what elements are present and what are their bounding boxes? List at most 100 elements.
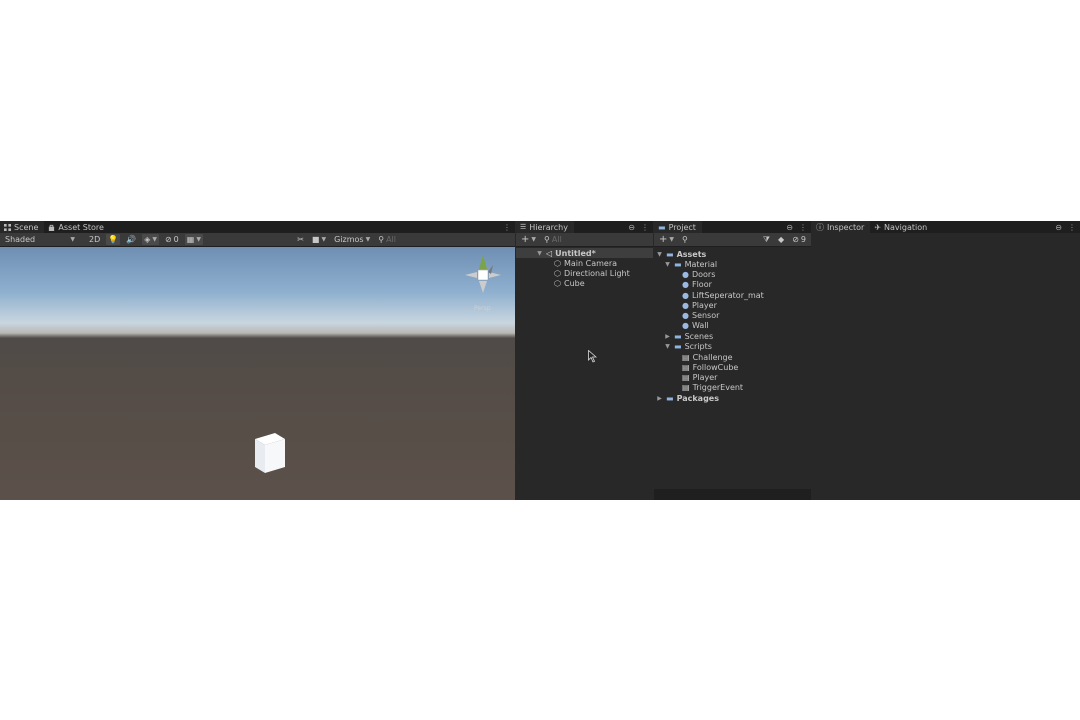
folder-icon: ▬ — [666, 393, 674, 403]
script-item[interactable]: ▤ Challenge — [682, 352, 733, 362]
tab-navigation-label: Navigation — [884, 222, 928, 232]
hidden-packages-toggle[interactable]: ⊘ 9 — [790, 234, 808, 245]
grid-dropdown[interactable]: ▦ ▼ — [184, 234, 203, 245]
tab-inspector[interactable]: ⓘ Inspector — [812, 221, 871, 233]
filter-by-label-button[interactable]: ◆ — [776, 234, 786, 245]
material-item[interactable]: ● LiftSeperator_mat — [682, 290, 764, 300]
chevron-down-icon[interactable]: ▼ — [536, 250, 543, 257]
material-item[interactable]: ● Player — [682, 300, 717, 310]
scene-search[interactable]: ⚲ All — [376, 234, 398, 245]
unity-editor: Scene Asset Store ⋮ Shaded ▼ 2D 💡 🔊 ◈ ▼ ⊘ 0… — [0, 221, 1080, 500]
more-options-icon[interactable]: ⋮ — [641, 223, 649, 232]
tab-project[interactable]: ▬ Project — [654, 221, 702, 233]
hierarchy-search[interactable]: ⚲ All — [542, 234, 564, 245]
search-icon: ⚲ — [378, 235, 385, 244]
folder-icon: ▬ — [674, 331, 682, 341]
create-button[interactable]: + ▼ — [657, 234, 676, 245]
material-item[interactable]: ● Sensor — [682, 310, 719, 320]
hierarchy-item[interactable]: ⬡ Cube — [554, 278, 585, 288]
hierarchy-item[interactable]: ⬡ Directional Light — [554, 268, 630, 278]
hidden-objects-toggle[interactable]: ⊘ 0 — [163, 234, 181, 245]
lock-icon[interactable]: ⊖ — [1055, 223, 1062, 232]
hierarchy-panel: ☰ Hierarchy ⊖ ⋮ + ▼ ⚲ All ▼ ◁ Untitled* ⬡ … — [516, 221, 653, 500]
material-sphere-icon: ● — [682, 269, 689, 279]
script-file-icon: ▤ — [682, 352, 690, 362]
folder-open-icon: ▬ — [674, 259, 682, 269]
chevron-down-icon[interactable]: ▼ — [664, 261, 671, 268]
material-sphere-icon: ● — [682, 320, 689, 330]
filter-icon: ⧩ — [762, 234, 771, 244]
cube-object[interactable] — [253, 433, 285, 473]
filter-by-type-button[interactable]: ⧩ — [761, 234, 772, 245]
lightbulb-icon: 💡 — [108, 235, 119, 244]
project-toolbar: + ▼ ⚲ ⧩ ◆ ⊘ 9 — [654, 233, 811, 247]
more-options-icon[interactable]: ⋮ — [799, 223, 807, 232]
material-item[interactable]: ● Wall — [682, 320, 709, 330]
folder-label: Scripts — [684, 341, 712, 351]
script-item[interactable]: ▤ TriggerEvent — [682, 382, 743, 392]
inspector-tabbar: ⓘ Inspector ✈ Navigation ⊖ ⋮ — [812, 221, 1080, 233]
tab-scene[interactable]: Scene — [0, 221, 45, 233]
audio-toggle[interactable]: 🔊 — [124, 234, 138, 245]
project-search[interactable]: ⚲ — [680, 234, 690, 245]
material-sphere-icon: ● — [682, 310, 689, 320]
script-item[interactable]: ▤ Player — [682, 372, 717, 382]
script-file-icon: ▤ — [682, 372, 690, 382]
folder-label: Material — [684, 259, 718, 269]
material-label: Sensor — [691, 310, 720, 320]
folder-open-icon: ▬ — [666, 249, 674, 259]
effects-dropdown[interactable]: ◈ ▼ — [142, 234, 159, 245]
gizmos-label: Gizmos — [334, 235, 364, 244]
search-icon: ⚲ — [544, 235, 550, 244]
bag-icon — [49, 224, 55, 231]
lock-icon[interactable]: ⊖ — [786, 223, 793, 232]
hierarchy-item[interactable]: ⬡ Main Camera — [554, 258, 617, 268]
plus-icon: + — [659, 234, 668, 245]
tab-asset-store[interactable]: Asset Store — [44, 221, 110, 233]
scene-viewport[interactable]: Persp — [0, 247, 515, 500]
folder-packages[interactable]: ▶ ▬ Packages — [656, 393, 719, 403]
hierarchy-search-placeholder: All — [551, 235, 562, 244]
tools-icon: ✂ — [297, 235, 304, 244]
hidden-packages-count: 9 — [800, 235, 806, 244]
lock-icon[interactable]: ⊖ — [628, 223, 635, 232]
gameobject-icon: ⬡ — [554, 278, 561, 288]
tools-button[interactable]: ✂ — [295, 234, 306, 245]
projection-label[interactable]: Persp — [474, 305, 491, 312]
material-item[interactable]: ● Doors — [682, 269, 715, 279]
zoom-slider-bar[interactable] — [654, 489, 811, 500]
folder-open-icon: ▬ — [674, 341, 682, 351]
gameobject-icon: ⬡ — [554, 258, 561, 268]
chevron-down-icon[interactable]: ▼ — [664, 343, 671, 350]
script-item[interactable]: ▤ FollowCube — [682, 362, 738, 372]
folder-scenes[interactable]: ▶ ▬ Scenes — [664, 331, 713, 341]
tab-hierarchy[interactable]: ☰ Hierarchy — [516, 221, 574, 233]
project-tabbar: ▬ Project ⊖ ⋮ — [654, 221, 811, 233]
chevron-right-icon[interactable]: ▶ — [664, 333, 671, 340]
inspector-panel: ⓘ Inspector ✈ Navigation ⊖ ⋮ — [812, 221, 1080, 500]
toggle-2d-button[interactable]: 2D — [87, 234, 102, 245]
folder-material[interactable]: ▼ ▬ Material — [664, 259, 717, 269]
more-options-icon[interactable]: ⋮ — [1068, 223, 1076, 232]
hierarchy-item-label: Cube — [563, 278, 585, 288]
scene-root-row[interactable]: ▼ ◁ Untitled* — [536, 248, 596, 258]
material-item[interactable]: ● Floor — [682, 279, 712, 289]
chevron-down-icon[interactable]: ▼ — [656, 251, 663, 258]
gizmos-dropdown[interactable]: Gizmos ▼ — [332, 234, 372, 245]
script-label: Player — [692, 372, 718, 382]
tab-navigation[interactable]: ✈ Navigation — [870, 221, 933, 233]
chevron-down-icon: ▼ — [70, 236, 75, 243]
create-button[interactable]: + ▼ — [519, 234, 538, 245]
camera-dropdown[interactable]: ■ ▼ — [310, 234, 328, 245]
more-options-icon[interactable]: ⋮ — [503, 223, 511, 232]
search-icon: ⚲ — [682, 235, 688, 244]
scene-toolbar: Shaded ▼ 2D 💡 🔊 ◈ ▼ ⊘ 0 ▦ ▼ ✂ ■ ▼ Gizmos ▼ ⚲ Al… — [0, 233, 515, 247]
folder-scripts[interactable]: ▼ ▬ Scripts — [664, 341, 712, 351]
folder-assets[interactable]: ▼ ▬ Assets — [656, 249, 706, 259]
orientation-gizmo[interactable] — [463, 253, 503, 301]
material-sphere-icon: ● — [682, 300, 689, 310]
chevron-right-icon[interactable]: ▶ — [656, 395, 663, 402]
lighting-toggle[interactable]: 💡 — [106, 234, 121, 245]
grid-icon — [4, 223, 11, 231]
shading-mode-dropdown[interactable]: Shaded ▼ — [3, 234, 77, 245]
